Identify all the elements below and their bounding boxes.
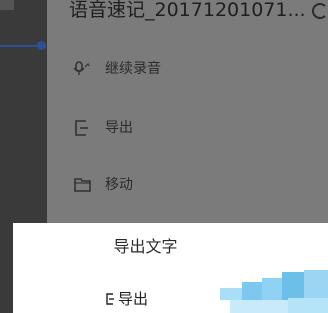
export-option-button[interactable]: 导出 xyxy=(105,285,148,313)
export-icon xyxy=(106,293,114,305)
progress-handle xyxy=(37,41,46,50)
close-icon[interactable] xyxy=(312,3,328,19)
folder-icon xyxy=(74,178,91,192)
background-header-stub xyxy=(0,0,14,10)
export-option-label: 导出 xyxy=(118,290,149,308)
menu-item-export[interactable]: 导出 xyxy=(47,103,328,153)
menu-item-label: 导出 xyxy=(105,120,133,136)
recording-title: 语音速记_20171201071... xyxy=(69,0,306,21)
progress-track xyxy=(0,45,40,47)
menu-item-continue-recording[interactable]: 继续录音 xyxy=(47,44,328,94)
menu-item-label: 移动 xyxy=(105,177,133,193)
menu-item-label: 继续录音 xyxy=(105,61,161,77)
dialog-title: 导出文字 xyxy=(113,237,178,256)
microphone-icon xyxy=(73,61,90,75)
export-icon xyxy=(75,120,88,136)
pixelated-overlay xyxy=(200,270,328,313)
menu-item-move[interactable]: 移动 xyxy=(47,160,328,210)
